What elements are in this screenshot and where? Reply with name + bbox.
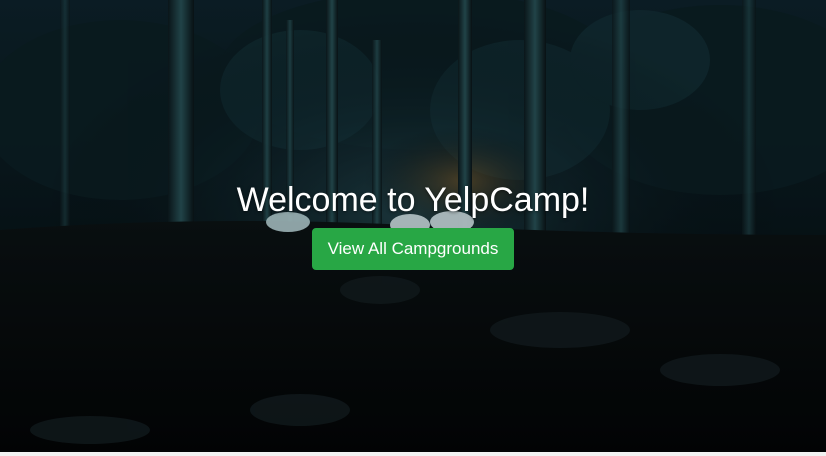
view-all-campgrounds-button[interactable]: View All Campgrounds	[311, 228, 515, 270]
welcome-block: Welcome to YelpCamp! View All Campground…	[0, 178, 826, 270]
page-title: Welcome to YelpCamp!	[236, 181, 590, 219]
page-bottom-edge	[0, 452, 826, 456]
hero-section: Welcome to YelpCamp! View All Campground…	[0, 0, 826, 452]
